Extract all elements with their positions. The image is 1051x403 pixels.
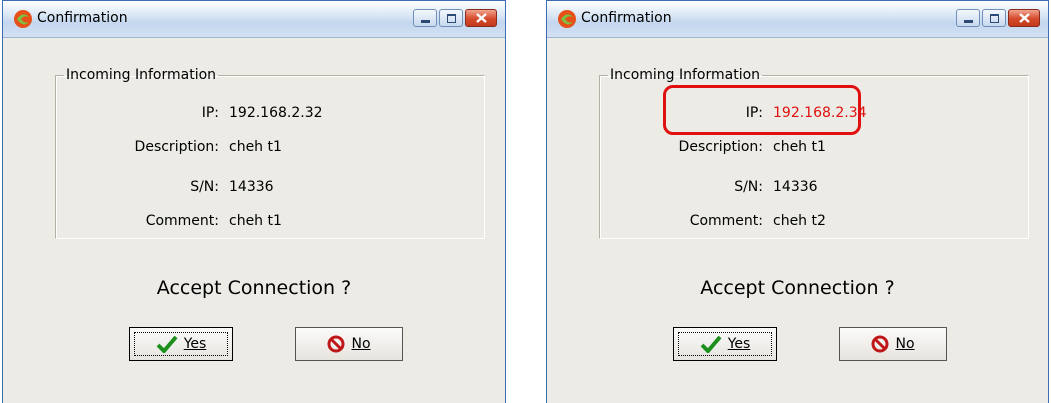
no-button-label: No [351, 336, 371, 352]
sn-row: S/N: 14336 [553, 179, 1051, 199]
comment-label: Comment: [689, 213, 763, 229]
title-bar[interactable]: Confirmation [3, 1, 505, 38]
dialog-body: Incoming Information IP: 192.168.2.32 De… [9, 39, 499, 403]
group-label: Incoming Information [610, 67, 761, 83]
no-button[interactable]: No [295, 327, 403, 361]
comment-row: Comment: cheh t2 [553, 213, 1051, 233]
description-label: Description: [134, 139, 219, 155]
accept-question: Accept Connection ? [700, 277, 895, 299]
accept-question: Accept Connection ? [156, 277, 352, 299]
close-icon[interactable] [1008, 9, 1040, 27]
yes-button[interactable]: Yes [673, 327, 777, 361]
comment-value: cheh t1 [229, 213, 282, 229]
maximize-icon[interactable] [982, 9, 1006, 27]
description-value: cheh t1 [773, 139, 826, 155]
sn-value: 14336 [773, 179, 818, 195]
app-logo-icon [558, 10, 576, 28]
sn-value: 14336 [229, 179, 274, 195]
confirmation-dialog-left: Confirmation Incoming Information IP: 19… [2, 0, 506, 403]
prohibited-icon [871, 335, 889, 353]
ip-row: IP: 192.168.2.32 [9, 105, 529, 125]
sn-label: S/N: [734, 179, 763, 195]
description-label: Description: [678, 139, 763, 155]
description-row: Description: cheh t1 [9, 139, 529, 159]
group-label: Incoming Information [66, 67, 217, 83]
ip-value: 192.168.2.32 [229, 105, 323, 121]
comment-label: Comment: [145, 213, 219, 229]
no-button-label: No [895, 336, 915, 352]
minimize-icon[interactable] [956, 9, 980, 27]
dialog-body: Incoming Information IP: 192.168.2.34 De… [553, 39, 1042, 403]
prohibited-icon [327, 335, 345, 353]
confirmation-dialog-right: Confirmation Incoming Information IP: 19… [546, 0, 1049, 403]
yes-button[interactable]: Yes [129, 327, 233, 361]
description-value: cheh t1 [229, 139, 282, 155]
no-button[interactable]: No [839, 327, 947, 361]
comment-row: Comment: cheh t1 [9, 213, 529, 233]
comment-value: cheh t2 [773, 213, 826, 229]
close-icon[interactable] [465, 9, 497, 27]
minimize-icon[interactable] [413, 9, 437, 27]
description-row: Description: cheh t1 [553, 139, 1051, 159]
maximize-icon[interactable] [439, 9, 463, 27]
app-logo-icon [14, 10, 32, 28]
sn-row: S/N: 14336 [9, 179, 529, 199]
ip-highlight-box [663, 85, 861, 135]
sn-label: S/N: [190, 179, 219, 195]
window-title: Confirmation [581, 10, 672, 26]
ip-label: IP: [201, 105, 219, 121]
window-title: Confirmation [37, 10, 128, 26]
title-bar[interactable]: Confirmation [547, 1, 1048, 38]
